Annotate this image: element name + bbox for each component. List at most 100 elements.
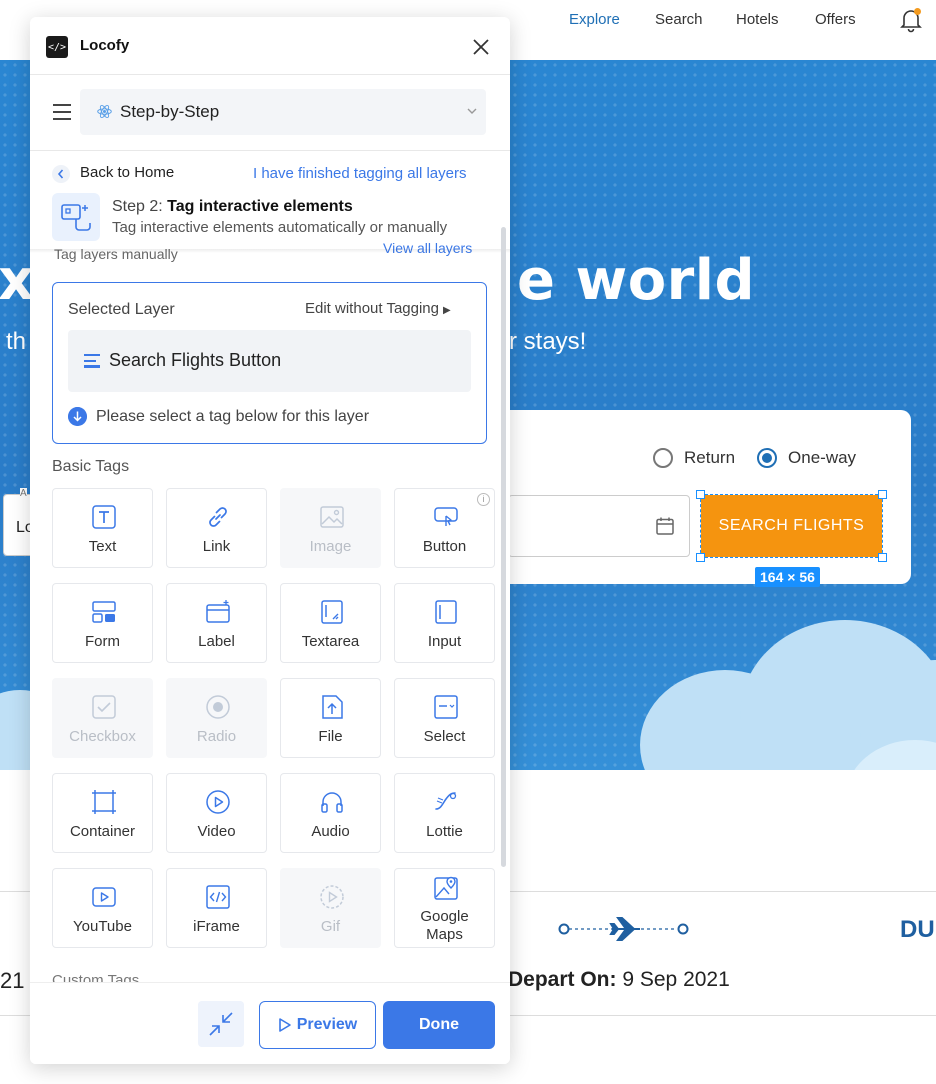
close-icon[interactable]	[470, 36, 492, 58]
return-option[interactable]: Return	[653, 448, 735, 468]
caret-right-icon: ▶	[442, 305, 451, 316]
locofy-plugin-panel: </> Locofy Step-by-Step Back to Home I h…	[30, 17, 510, 1064]
back-to-home-link[interactable]: Back to Home	[80, 164, 174, 181]
mode-label: Step-by-Step	[120, 102, 220, 121]
text-lines-icon	[84, 354, 100, 368]
image-icon	[320, 506, 344, 528]
tag-button[interactable]: i Button	[394, 488, 495, 568]
tag-google-maps[interactable]: Google Maps	[394, 868, 495, 948]
tag-radio: Radio	[166, 678, 267, 758]
tag-gif: Gif	[280, 868, 381, 948]
tag-label: Container	[69, 823, 136, 840]
tag-label: File	[318, 728, 343, 745]
tag-container[interactable]: Container	[52, 773, 153, 853]
tag-label: Google Maps	[420, 908, 469, 943]
nav-offers[interactable]: Offers	[815, 11, 856, 28]
lottie-icon	[435, 792, 457, 810]
done-button[interactable]: Done	[383, 1001, 495, 1049]
tag-label: YouTube	[73, 918, 132, 935]
nav-explore[interactable]: Explore	[569, 11, 620, 28]
step-header: Back to Home I have finished tagging all…	[30, 151, 510, 251]
step-title: Step 2: Tag interactive elements	[112, 198, 353, 215]
radio-icon	[206, 695, 230, 719]
tag-input[interactable]: Input	[394, 583, 495, 663]
tag-label: Gif	[320, 918, 341, 935]
search-flights-button[interactable]: SEARCH FLIGHTS	[701, 495, 882, 557]
tag-label: Input	[427, 633, 462, 650]
tag-checkbox: Checkbox	[52, 678, 153, 758]
form-icon	[92, 601, 116, 623]
tag-file[interactable]: File	[280, 678, 381, 758]
depart-date-field[interactable]	[508, 495, 690, 557]
gif-icon	[320, 885, 344, 909]
nav-search[interactable]: Search	[655, 11, 703, 28]
text-icon	[92, 505, 116, 529]
tag-youtube[interactable]: YouTube	[52, 868, 153, 948]
chevron-left-icon[interactable]	[52, 165, 70, 183]
depart-label: Depart On:	[508, 968, 617, 991]
radio-button[interactable]	[653, 448, 673, 468]
arrow-down-circle-icon	[68, 407, 87, 426]
tag-label-tag[interactable]: Label	[166, 583, 267, 663]
hamburger-menu-icon[interactable]	[53, 104, 71, 120]
preview-button[interactable]: Preview	[259, 1001, 376, 1049]
tag-text[interactable]: Text	[52, 488, 153, 568]
tag-image: Image	[280, 488, 381, 568]
layer-name: Search Flights Button	[109, 350, 282, 370]
nav-hotels[interactable]: Hotels	[736, 11, 779, 28]
tag-iframe[interactable]: iFrame	[166, 868, 267, 948]
scroll-shadow	[30, 249, 510, 253]
input-icon	[435, 600, 457, 624]
return-label: Return	[684, 448, 736, 467]
view-all-layers-link[interactable]: View all layers	[383, 240, 472, 256]
tag-label: Image	[309, 538, 352, 555]
info-icon[interactable]: i	[477, 493, 490, 506]
origin-field-label: A	[20, 488, 27, 499]
link-icon	[209, 507, 227, 527]
tag-label: Link	[202, 538, 231, 555]
locofy-logo-icon: </>	[46, 36, 68, 58]
tag-label: Audio	[311, 823, 350, 840]
tag-label: iFrame	[193, 918, 240, 935]
tag-link[interactable]: Link	[166, 488, 267, 568]
file-icon	[322, 695, 343, 719]
depart-info: Depart On: 9 Sep 2021	[508, 968, 730, 992]
tag-audio[interactable]: Audio	[280, 773, 381, 853]
mode-dropdown[interactable]: Step-by-Step	[80, 89, 486, 135]
depart-value: 9 Sep 2021	[622, 968, 730, 991]
app-title: Locofy	[80, 37, 130, 54]
edit-without-tagging-link[interactable]: Edit without Tagging ▶	[305, 300, 451, 317]
radio-button-selected[interactable]	[757, 448, 778, 468]
tag-form[interactable]: Form	[52, 583, 153, 663]
destination-code: DU	[900, 916, 935, 943]
audio-icon	[321, 792, 343, 813]
tag-video[interactable]: Video	[166, 773, 267, 853]
selected-layer-chip[interactable]: Search Flights Button	[68, 330, 471, 392]
panel-footer: Preview Done	[30, 982, 510, 1064]
flight-path-icon	[558, 917, 689, 941]
iframe-icon	[206, 885, 230, 909]
scrollbar[interactable]	[501, 227, 506, 867]
play-icon	[278, 1018, 291, 1032]
step-description: Tag interactive elements automatically o…	[112, 219, 448, 236]
container-icon	[92, 790, 116, 814]
oneway-label: One-way	[788, 448, 857, 467]
collapse-icon[interactable]	[198, 1001, 244, 1047]
tag-lottie[interactable]: Lottie	[394, 773, 495, 853]
mode-row: Step-by-Step	[30, 75, 510, 151]
oneway-option[interactable]: One-way	[757, 448, 856, 468]
react-icon	[97, 104, 112, 119]
tag-textarea[interactable]: Textarea	[280, 583, 381, 663]
chevron-down-icon	[467, 108, 477, 114]
tag-select[interactable]: Select	[394, 678, 495, 758]
finished-tagging-link[interactable]: I have finished tagging all layers	[253, 165, 466, 182]
preview-label: Preview	[296, 1016, 358, 1033]
button-icon	[434, 507, 458, 526]
google-maps-icon	[434, 876, 458, 900]
tag-label: Text	[88, 538, 117, 555]
youtube-icon	[92, 887, 116, 907]
tag-label: Video	[197, 823, 236, 840]
checkbox-icon	[92, 695, 116, 719]
tag-label: Select	[423, 728, 466, 745]
calendar-icon[interactable]	[655, 516, 675, 536]
